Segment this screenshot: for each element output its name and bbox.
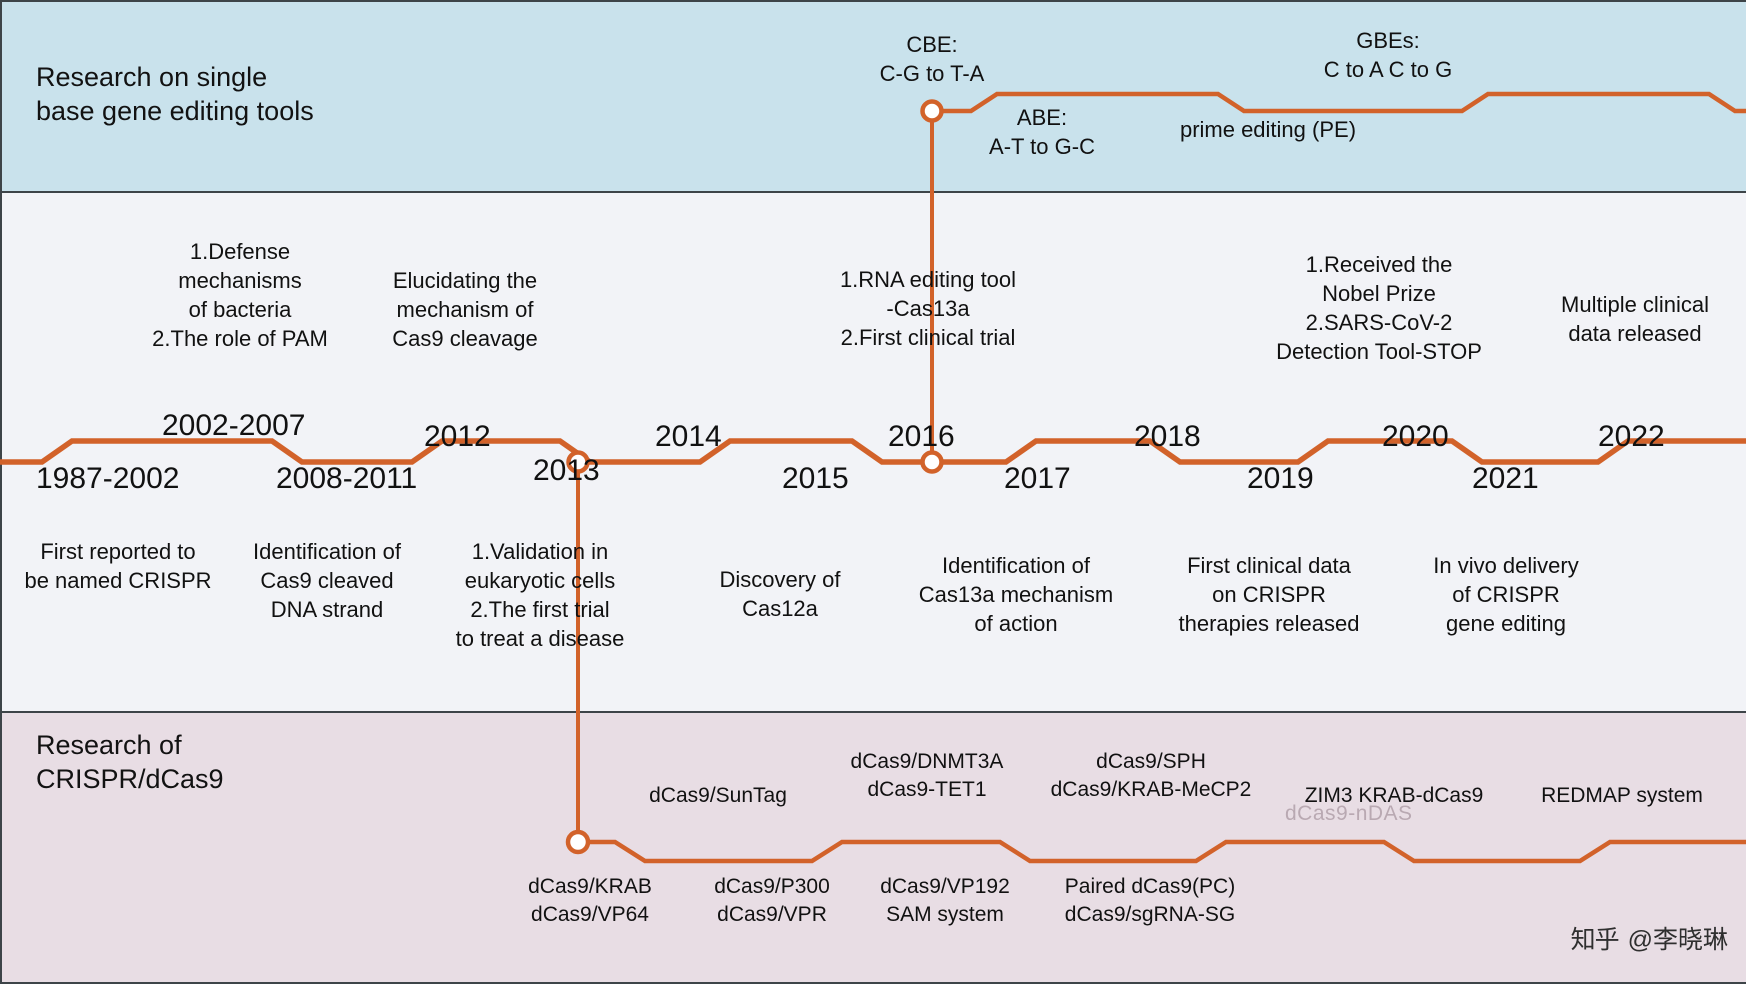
label-prime-editing: prime editing (PE) bbox=[1179, 117, 1357, 142]
dcas9-above-dnmt3a-tet1: dCas9/DNMT3A dCas9-TET1 bbox=[850, 750, 1004, 801]
dcas9-below-krab-vp64: dCas9/KRAB dCas9/VP64 bbox=[528, 875, 652, 926]
year-2013: 2013 bbox=[533, 454, 600, 487]
event-above-1987-2002: 1.Defense mechanisms of bacteria 2.The r… bbox=[152, 239, 328, 351]
event-above-2020: 1.Received the Nobel Prize 2.SARS-CoV-2 … bbox=[1276, 252, 1482, 364]
timeline-diagram: Research on single base gene editing too… bbox=[0, 0, 1746, 984]
dcas9-above-sph-krab-mecp2: dCas9/SPH dCas9/KRAB-MeCP2 bbox=[1050, 750, 1252, 801]
event-below-2008-2011: Identification of Cas9 cleaved DNA stran… bbox=[253, 539, 401, 622]
label-cbe: CBE: C-G to T-A bbox=[879, 32, 985, 86]
year-2008-2011: 2008-2011 bbox=[276, 462, 418, 495]
event-above-2016: 1.RNA editing tool -Cas13a 2.First clini… bbox=[839, 267, 1017, 350]
event-above-2022: Multiple clinical data released bbox=[1561, 292, 1709, 346]
year-2014: 2014 bbox=[655, 420, 722, 453]
year-2018: 2018 bbox=[1134, 420, 1201, 453]
year-2022: 2022 bbox=[1598, 420, 1665, 453]
event-above-2008-2011: Elucidating the mechanism of Cas9 cleava… bbox=[392, 268, 538, 351]
year-2015: 2015 bbox=[782, 462, 849, 495]
year-2020: 2020 bbox=[1382, 420, 1449, 453]
zhihu-logo-icon: 知乎 bbox=[1570, 926, 1620, 954]
dcas9-below-ndas: dCas9-nDAS bbox=[1285, 802, 1413, 825]
label-gbes: GBEs: C to A C to G bbox=[1323, 28, 1453, 82]
dcas9-below-p300-vpr: dCas9/P300 dCas9/VPR bbox=[714, 875, 830, 926]
left-border-rule bbox=[0, 0, 2, 984]
event-below-2013: 1.Validation in eukaryotic cells 2.The f… bbox=[455, 539, 625, 651]
year-2012: 2012 bbox=[424, 420, 491, 453]
year-2017: 2017 bbox=[1004, 462, 1071, 495]
dcas9-above-suntag: dCas9/SunTag bbox=[649, 784, 787, 807]
year-2021: 2021 bbox=[1472, 462, 1539, 495]
event-below-2019: First clinical data on CRISPR therapies … bbox=[1178, 553, 1360, 636]
event-below-1987-2002: First reported to be named CRISPR bbox=[24, 539, 212, 593]
watermark: 知乎 @李晓琳 bbox=[1571, 920, 1728, 956]
year-2016: 2016 bbox=[888, 420, 955, 453]
label-abe: ABE: A-T to G-C bbox=[989, 105, 1095, 159]
top-panel-title: Research on single base gene editing too… bbox=[36, 62, 314, 126]
year-2019: 2019 bbox=[1247, 462, 1314, 495]
event-below-2015: Discovery of Cas12a bbox=[719, 567, 841, 621]
dcas9-below-vp192-sam: dCas9/VP192 SAM system bbox=[880, 875, 1010, 926]
event-below-2021: In vivo delivery of CRISPR gene editing bbox=[1433, 553, 1579, 636]
bottom-panel-title: Research of CRISPR/dCas9 bbox=[36, 730, 224, 794]
event-below-2017: Identification of Cas13a mechanism of ac… bbox=[918, 553, 1114, 636]
year-1987-2002: 1987-2002 bbox=[36, 462, 180, 495]
watermark-author: @李晓琳 bbox=[1627, 926, 1728, 954]
year-2002-2007: 2002-2007 bbox=[162, 409, 306, 442]
dcas9-below-paired-sgrna: Paired dCas9(PC) dCas9/sgRNA-SG bbox=[1064, 875, 1236, 926]
dcas9-above-redmap: REDMAP system bbox=[1541, 784, 1703, 807]
